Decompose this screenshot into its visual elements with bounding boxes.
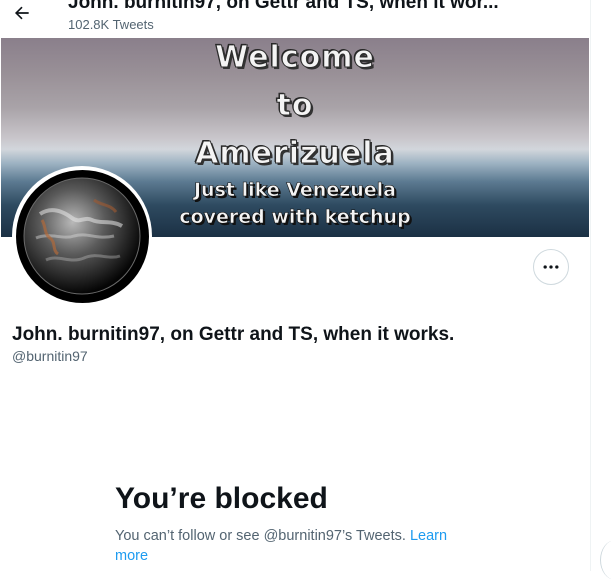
more-horizontal-icon bbox=[543, 265, 559, 269]
blocked-title: You’re blocked bbox=[115, 482, 328, 515]
avatar-image bbox=[15, 169, 149, 303]
blocked-message-text: You can’t follow or see @burnitin97’s Tw… bbox=[115, 528, 406, 544]
column-divider bbox=[590, 0, 591, 571]
profile-handle: @burnitin97 bbox=[12, 348, 88, 364]
arrow-left-icon bbox=[14, 6, 29, 20]
profile-display-name: John. burnitin97, on Gettr and TS, when … bbox=[12, 324, 455, 345]
header-display-name: John. burnitin97, on Gettr and TS, when … bbox=[68, 0, 499, 13]
back-button[interactable] bbox=[6, 0, 38, 26]
top-bar: John. burnitin97, on Gettr and TS, when … bbox=[0, 0, 590, 38]
scroll-edge bbox=[600, 540, 611, 580]
avatar[interactable] bbox=[12, 166, 152, 306]
earth-globe-icon bbox=[23, 177, 141, 295]
header-tweet-count: 102.8K Tweets bbox=[68, 17, 154, 32]
banner-text-line: Welcome bbox=[215, 40, 375, 76]
blocked-message: You can’t follow or see @burnitin97’s Tw… bbox=[115, 526, 475, 566]
banner-text-line: to bbox=[276, 88, 314, 124]
more-button[interactable] bbox=[533, 249, 569, 285]
